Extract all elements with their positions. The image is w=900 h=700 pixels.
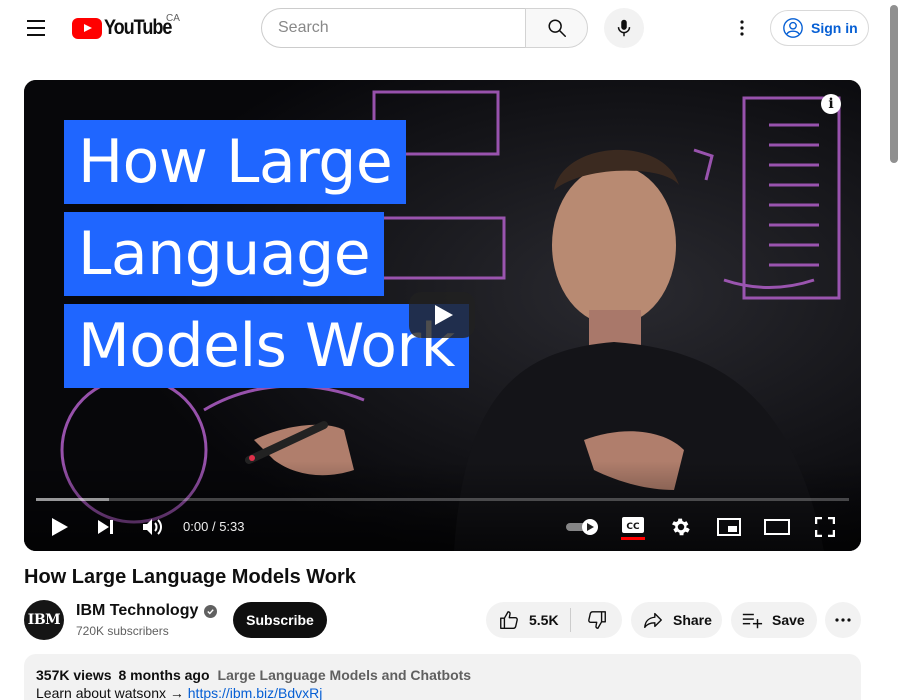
share-icon [644, 612, 662, 629]
more-horiz-icon [835, 618, 851, 622]
sign-in-label: Sign in [811, 20, 858, 36]
channel-name: IBM Technology [76, 602, 199, 619]
playlist-add-icon [742, 613, 763, 629]
time-display: 0:00 / 5:33 [183, 519, 245, 534]
channel-avatar[interactable]: IBM [24, 600, 64, 640]
channel-name-link[interactable]: IBM Technology [76, 602, 218, 620]
thumbnail-title-line: Language [64, 212, 385, 296]
description-text: Learn about watsonx → [36, 685, 184, 700]
closed-captions-icon: CC [621, 517, 645, 540]
settings-button[interactable] [666, 512, 696, 542]
topic-tag[interactable]: Large Language Models and Chatbots [218, 667, 472, 683]
autoplay-toggle-icon [566, 519, 598, 535]
subscriber-count: 720K subscribers [76, 624, 169, 638]
youtube-logo-icon [72, 17, 102, 39]
theater-mode-button[interactable] [762, 512, 792, 542]
large-play-button[interactable] [409, 292, 475, 338]
volume-icon [143, 519, 162, 535]
country-code: CA [166, 13, 180, 24]
voice-search-button[interactable] [604, 8, 644, 48]
like-dislike-group: 5.5K [486, 602, 622, 638]
logo-text: YouTube [104, 16, 172, 39]
search-icon [547, 19, 566, 37]
miniplayer-icon [717, 518, 741, 536]
like-count: 5.5K [529, 612, 559, 628]
video-player[interactable]: How Large Language Models Work i 0:00 / … [24, 80, 861, 551]
page-scrollbar[interactable] [888, 0, 900, 700]
duration: 5:33 [219, 519, 245, 534]
share-label: Share [673, 612, 712, 628]
play-button[interactable] [46, 512, 74, 542]
info-icon[interactable]: i [821, 94, 841, 114]
thumbs-up-icon [500, 611, 518, 629]
more-actions-button[interactable] [825, 602, 861, 638]
more-vert-icon [740, 20, 744, 36]
dislike-button[interactable] [571, 602, 622, 638]
thumbnail-title-line: How Large [64, 120, 407, 204]
description-link[interactable]: https://ibm.biz/BdvxRj [188, 685, 323, 700]
svg-text:CC: CC [626, 522, 640, 532]
search-input[interactable] [261, 8, 525, 48]
subscribe-button[interactable]: Subscribe [233, 602, 327, 638]
sign-in-button[interactable]: Sign in [770, 10, 869, 46]
mute-button[interactable] [139, 512, 167, 542]
theater-mode-icon [764, 519, 790, 535]
time-separator: / [211, 519, 216, 534]
thumbs-down-icon [587, 611, 606, 629]
fullscreen-button[interactable] [810, 512, 840, 542]
masthead: YouTube CA Sign in [0, 0, 900, 56]
miniplayer-button[interactable] [714, 512, 744, 542]
description-line: Learn about watsonx → https://ibm.biz/Bd… [36, 685, 849, 700]
progress-bar[interactable] [36, 498, 849, 501]
description-meta: 357K views 8 months ago Large Language M… [36, 667, 849, 683]
search-box [261, 8, 588, 48]
view-count: 357K views [36, 667, 112, 683]
current-time: 0:00 [183, 519, 209, 534]
account-icon [783, 18, 803, 38]
microphone-icon [617, 19, 631, 37]
progress-loaded [36, 498, 110, 501]
next-button[interactable] [92, 512, 120, 542]
skip-next-icon [98, 520, 113, 534]
description-box[interactable]: 357K views 8 months ago Large Language M… [24, 654, 861, 700]
autoplay-toggle[interactable] [564, 512, 602, 542]
save-label: Save [772, 612, 805, 628]
search-button[interactable] [525, 8, 588, 48]
guide-menu-icon[interactable] [20, 12, 52, 44]
captions-button[interactable]: CC [618, 512, 648, 542]
share-button[interactable]: Share [631, 602, 722, 638]
like-button[interactable]: 5.5K [486, 602, 570, 638]
video-title: How Large Language Models Work [24, 566, 356, 588]
save-button[interactable]: Save [731, 602, 817, 638]
settings-menu-button[interactable] [728, 14, 756, 42]
fullscreen-icon [815, 517, 835, 537]
play-icon [52, 518, 68, 536]
verified-badge-icon [204, 604, 218, 618]
scrollbar-thumb[interactable] [890, 5, 898, 163]
gear-icon [672, 518, 690, 536]
upload-age: 8 months ago [118, 667, 210, 683]
